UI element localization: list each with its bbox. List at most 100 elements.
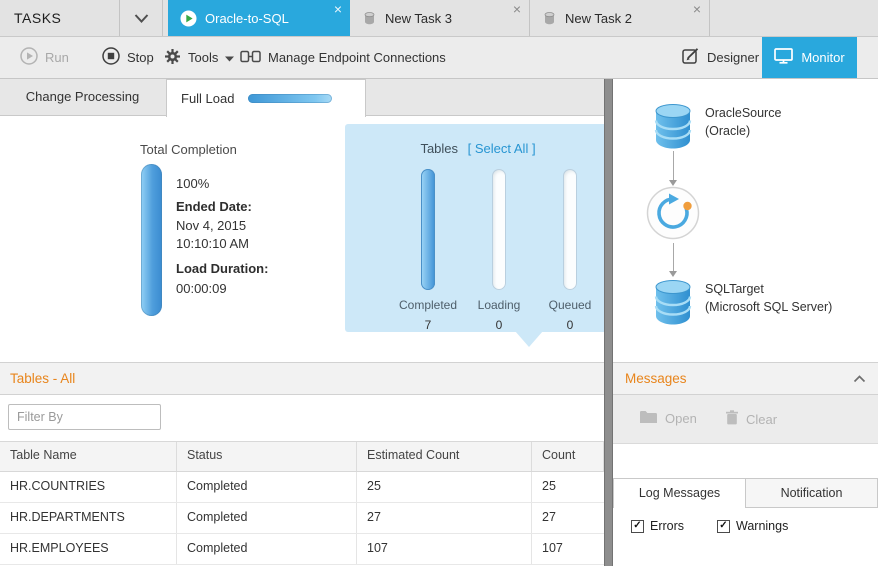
load-duration-value: 00:00:09: [176, 281, 227, 296]
ended-time-value: 10:10:10 AM: [176, 236, 249, 251]
table-row[interactable]: HR.DEPARTMENTS Completed 27 27: [0, 503, 604, 534]
column-header-count[interactable]: Count: [532, 442, 604, 471]
tab-log-messages[interactable]: Log Messages: [613, 478, 746, 508]
tab-notification[interactable]: Notification: [746, 478, 878, 508]
close-tab-icon[interactable]: ×: [334, 2, 342, 16]
monitor-label: Monitor: [801, 50, 844, 65]
tab-new-task-3[interactable]: New Task 3 ×: [350, 0, 530, 36]
close-tab-icon[interactable]: ×: [693, 2, 701, 16]
messages-actions-bar: Open Clear: [613, 395, 878, 444]
open-label: Open: [665, 411, 697, 426]
completion-percent: 100%: [176, 176, 209, 191]
table-row[interactable]: HR.COUNTRIES Completed 25 25: [0, 472, 604, 503]
tools-menu-button[interactable]: Tools: [164, 37, 234, 78]
arrow-down-icon: [669, 271, 677, 277]
tools-label: Tools: [188, 50, 218, 65]
cell-table-name: HR.EMPLOYEES: [0, 534, 177, 564]
table-header-row: Table Name Status Estimated Count Count: [0, 441, 604, 472]
cell-estimated-count: 25: [357, 472, 532, 502]
source-database-icon: [651, 103, 695, 152]
warnings-checkbox[interactable]: ✓: [717, 520, 730, 533]
tab-new-task-2[interactable]: New Task 2 ×: [530, 0, 710, 36]
tasks-dropdown-button[interactable]: [119, 0, 163, 36]
monitor-button[interactable]: Monitor: [762, 37, 857, 78]
cell-status: Completed: [177, 534, 357, 564]
column-header-table-name[interactable]: Table Name: [0, 442, 177, 471]
designer-label: Designer: [707, 50, 759, 65]
connector-line: [673, 243, 674, 271]
cell-status: Completed: [177, 472, 357, 502]
chevron-down-icon: [134, 11, 149, 26]
main-toolbar: Run Stop: [0, 37, 878, 79]
tables-grid: Table Name Status Estimated Count Count …: [0, 441, 604, 565]
close-tab-icon[interactable]: ×: [513, 2, 521, 16]
source-endpoint-name: OracleSource: [705, 106, 781, 120]
task-icon: [362, 11, 377, 26]
select-all-link[interactable]: [ Select All ]: [468, 141, 536, 156]
load-duration-label: Load Duration:: [176, 261, 268, 276]
stop-label: Stop: [127, 50, 154, 65]
tab-change-processing[interactable]: Change Processing: [0, 79, 165, 115]
cell-status: Completed: [177, 503, 357, 533]
total-completion-bar: [141, 164, 162, 316]
caret-down-icon: [225, 50, 234, 65]
tab-label: Oracle-to-SQL: [205, 11, 289, 26]
loading-bar: [492, 169, 506, 290]
monitor-side-panel: OracleSource (Oracle): [613, 79, 878, 566]
tab-label: New Task 3: [385, 11, 452, 26]
messages-tabs: Log Messages Notification: [613, 478, 878, 508]
stop-button[interactable]: Stop: [102, 37, 154, 78]
cell-count: 25: [532, 472, 604, 502]
errors-label: Errors: [650, 519, 684, 533]
collapse-messages-icon[interactable]: [853, 375, 866, 383]
tab-oracle-to-sql[interactable]: Oracle-to-SQL ×: [168, 0, 350, 36]
cell-estimated-count: 27: [357, 503, 532, 533]
completed-bar: [421, 169, 435, 290]
cell-table-name: HR.DEPARTMENTS: [0, 503, 177, 533]
messages-header: Messages: [613, 362, 878, 395]
tables-all-header: Tables - All: [0, 362, 604, 395]
trash-icon: [725, 410, 739, 428]
full-load-label: Full Load: [181, 91, 234, 106]
designer-icon: [682, 48, 700, 68]
source-endpoint-type: (Oracle): [705, 124, 750, 138]
run-play-icon: [20, 47, 38, 68]
cell-table-name: HR.COUNTRIES: [0, 472, 177, 502]
run-label: Run: [45, 50, 69, 65]
monitor-icon: [774, 48, 793, 67]
endpoint-connections-icon: [240, 48, 261, 68]
clear-label: Clear: [746, 412, 777, 427]
messages-title: Messages: [625, 371, 687, 386]
table-row[interactable]: HR.EMPLOYEES Completed 107 107: [0, 534, 604, 565]
clear-messages-button[interactable]: Clear: [725, 410, 777, 428]
queued-bar: [563, 169, 577, 290]
ended-date-label: Ended Date:: [176, 199, 252, 214]
column-header-estimated-count[interactable]: Estimated Count: [357, 442, 532, 471]
connector-line: [673, 151, 674, 181]
run-button[interactable]: Run: [20, 37, 69, 78]
task-tab-bar: TASKS Oracle-to-SQL × Ne: [0, 0, 878, 37]
stop-icon: [102, 47, 120, 68]
manage-label: Manage Endpoint Connections: [268, 50, 446, 65]
cell-count: 27: [532, 503, 604, 533]
open-message-button[interactable]: Open: [639, 410, 697, 427]
cell-count: 107: [532, 534, 604, 564]
target-database-icon: [651, 279, 695, 328]
ended-date-value: Nov 4, 2015: [176, 218, 246, 233]
errors-checkbox[interactable]: ✓: [631, 520, 644, 533]
folder-icon: [639, 410, 658, 427]
tables-panel-header: Tables [ Select All ]: [345, 141, 611, 156]
tables-panel-title: Tables: [420, 141, 458, 156]
target-endpoint-name: SQLTarget: [705, 282, 764, 296]
gear-icon: [164, 48, 181, 68]
designer-button[interactable]: Designer: [682, 37, 759, 78]
running-task-icon: [180, 10, 197, 27]
tab-full-load[interactable]: Full Load: [166, 79, 366, 117]
replication-monitor-window: TASKS Oracle-to-SQL × Ne: [0, 0, 878, 566]
panel-splitter[interactable]: [604, 79, 613, 566]
column-header-status[interactable]: Status: [177, 442, 357, 471]
filter-input[interactable]: [8, 404, 161, 430]
load-mode-tabs: Change Processing Full Load: [0, 79, 604, 116]
tables-summary-panel: Tables [ Select All ] Completed Loading …: [345, 124, 611, 332]
manage-endpoint-connections-button[interactable]: Manage Endpoint Connections: [240, 37, 446, 78]
